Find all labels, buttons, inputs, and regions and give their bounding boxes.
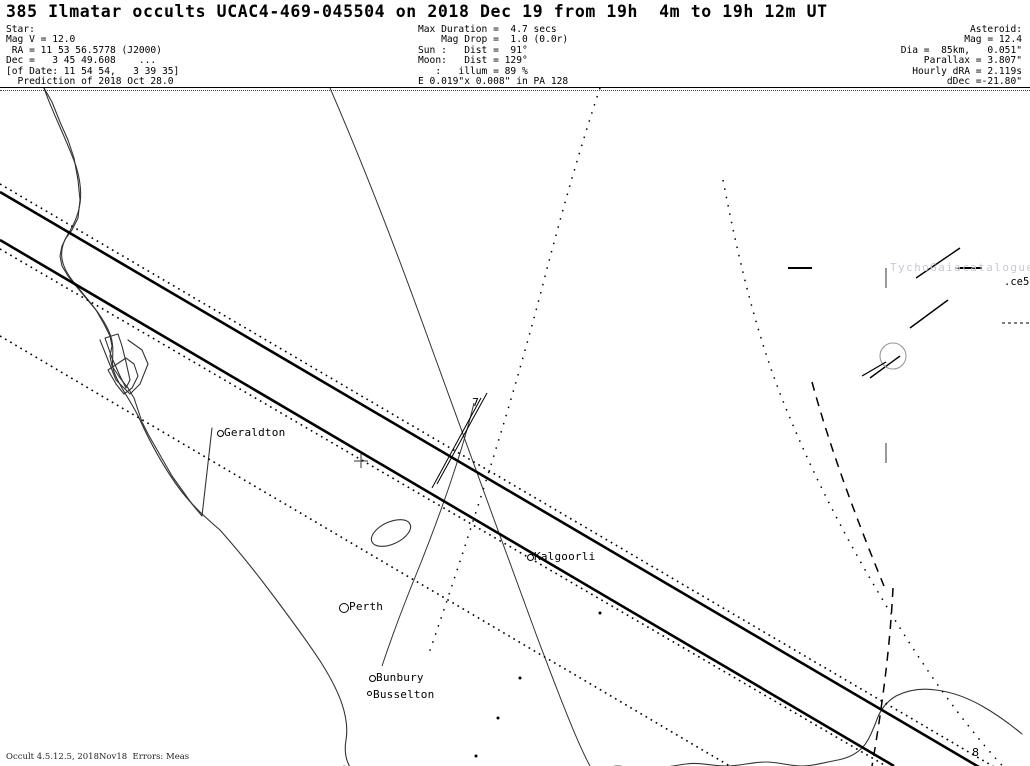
coastline-west-main: [43, 88, 221, 531]
map-canvas: [0, 88, 1030, 766]
graticule-marks: [354, 267, 975, 468]
coastline-bay: [99, 339, 149, 395]
path-limit-south: [0, 238, 895, 766]
coastline-perth-south: [341, 703, 351, 766]
altitude-curves: [329, 88, 591, 766]
error-limit-south: [0, 248, 887, 766]
asteroid-info-block: Asteroid: Mag = 12.4 Dia = 85km, 0.051" …: [900, 24, 1022, 88]
path-limit-north: [0, 190, 980, 766]
time-tick-label-7: 7: [472, 396, 479, 409]
inland-lake: [370, 519, 412, 547]
altitude-curve-1: [329, 88, 591, 766]
header: 385 Ilmatar occults UCAC4-469-045504 on …: [0, 0, 1030, 91]
error-limit-north-lower: [0, 335, 732, 766]
city-marker-kalgoorli: [527, 554, 534, 561]
coastline-central: [219, 529, 343, 705]
city-marker-geraldton: [217, 430, 224, 437]
terminator-dotted-2: [427, 88, 601, 657]
city-marker-bunbury: [369, 675, 376, 682]
city-label-perth: Perth: [349, 600, 384, 613]
corner-label-right: .ce5: [1004, 276, 1030, 288]
occultation-prediction-page: 385 Ilmatar occults UCAC4-469-045504 on …: [0, 0, 1030, 766]
error-limit-north: [0, 183, 995, 766]
city-marker-perth: [339, 603, 349, 613]
catalogue-watermark: TychoGaiacatalogue i:: [890, 261, 1030, 274]
time-tick-line-2: [436, 392, 488, 485]
city-marker-busselton: [367, 691, 372, 696]
coastline-bight: [613, 688, 1023, 766]
coastline-group: [43, 88, 1023, 766]
reference-circle: [879, 342, 907, 370]
circumstances-info-block: Max Duration = 4.7 secs Mag Drop = 1.0 (…: [418, 24, 569, 88]
city-label-busselton: Busselton: [373, 688, 435, 701]
time-tick-label-8: 8: [972, 746, 979, 759]
city-label-kalgoorli: Kalgoorli: [534, 550, 596, 563]
time-tick-line: [431, 397, 482, 489]
terminator-dashed-2: [811, 381, 885, 587]
terminator-dashed: [871, 587, 894, 766]
occultation-map: Geraldton Kalgoorli Perth Bunbury Bussel…: [0, 88, 1030, 766]
page-title: 385 Ilmatar occults UCAC4-469-045504 on …: [6, 2, 828, 21]
star-info-block: Star: Mag V = 12.0 RA = 11 53 56.5778 (J…: [6, 24, 180, 88]
footer-credit: Occult 4.5.12.5, 2018Nov18 Errors: Meas: [6, 752, 190, 762]
city-label-geraldton: Geraldton: [224, 426, 286, 439]
city-label-bunbury: Bunbury: [376, 671, 424, 684]
